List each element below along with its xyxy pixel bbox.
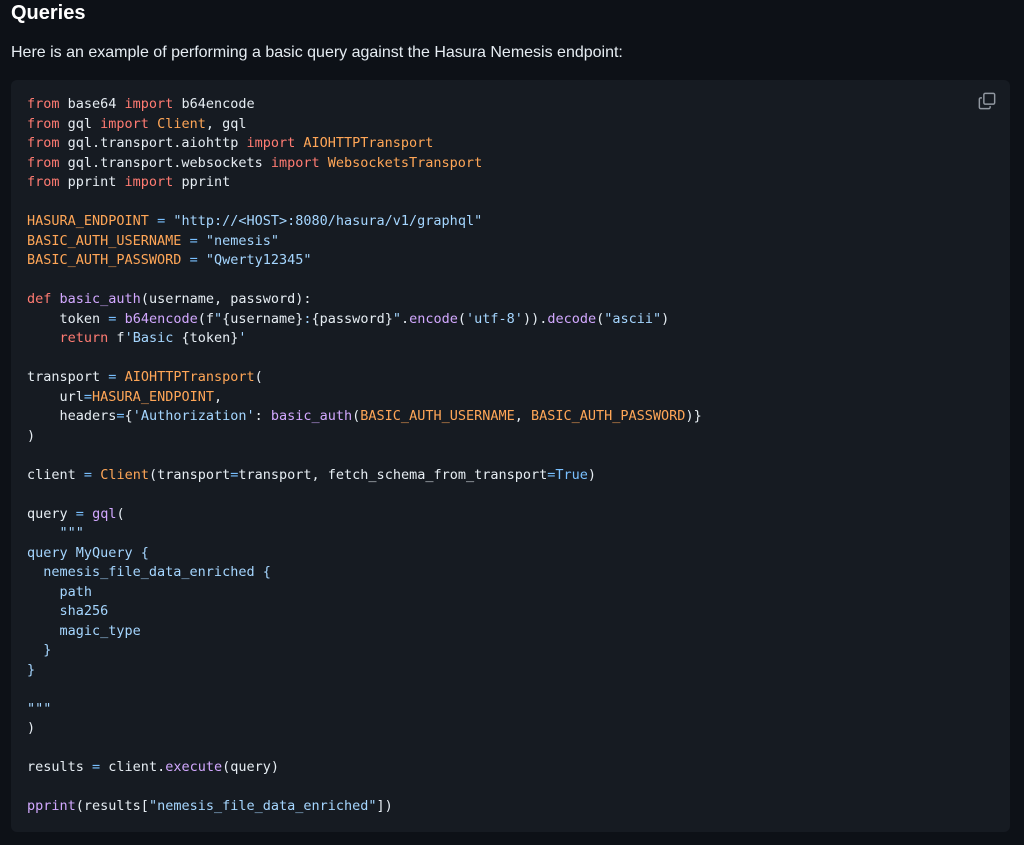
intro-text: Here is an example of performing a basic…: [11, 44, 623, 61]
code-content: from base64 import b64encode from gql imp…: [27, 95, 702, 817]
code-line: """: [27, 525, 84, 541]
code-line: url=HASURA_ENDPOINT,: [27, 388, 223, 405]
code-line: """: [27, 700, 52, 717]
code-line: query = gql(: [27, 505, 125, 522]
code-line: return f'Basic {token}': [59, 330, 247, 346]
code-line: }: [27, 661, 36, 678]
code-line: from gql import Client, gql: [27, 115, 247, 132]
code-line: }: [27, 642, 52, 658]
code-line: ): [27, 720, 36, 736]
code-line: path: [27, 583, 93, 600]
code-line: pprint(results["nemesis_file_data_enrich…: [27, 798, 393, 814]
code-line: results = client.execute(query): [27, 759, 280, 775]
code-line: sha256: [27, 603, 109, 619]
code-line: from gql.transport.aiohttp import AIOHTT…: [27, 135, 434, 151]
code-line: BASIC_AUTH_USERNAME = "nemesis": [27, 232, 280, 249]
code-line: query MyQuery {: [27, 544, 149, 561]
code-line: from gql.transport.websockets import Web…: [27, 154, 483, 171]
code-block: from base64 import b64encode from gql imp…: [11, 80, 1010, 832]
code-line: from base64 import b64encode: [27, 96, 255, 112]
code-line: transport = AIOHTTPTransport(: [27, 369, 263, 385]
code-line: def basic_auth(username, password):: [27, 291, 312, 307]
copy-icon[interactable]: [978, 92, 996, 110]
code-line: from pprint import pprint: [27, 174, 231, 190]
code-line: HASURA_ENDPOINT = "http://<HOST>:8080/ha…: [27, 213, 483, 229]
code-line: nemesis_file_data_enriched {: [27, 564, 271, 580]
code-line: client = Client(transport=transport, fet…: [27, 466, 597, 483]
code-line: token = b64encode(f"{username}:{password…: [27, 310, 670, 327]
section-heading: Queries: [11, 2, 86, 24]
code-line: magic_type: [27, 622, 141, 639]
code-line: BASIC_AUTH_PASSWORD = "Qwerty12345": [27, 252, 312, 268]
code-line: ): [27, 427, 36, 444]
code-line: headers={'Authorization': basic_auth(BAS…: [27, 408, 702, 424]
